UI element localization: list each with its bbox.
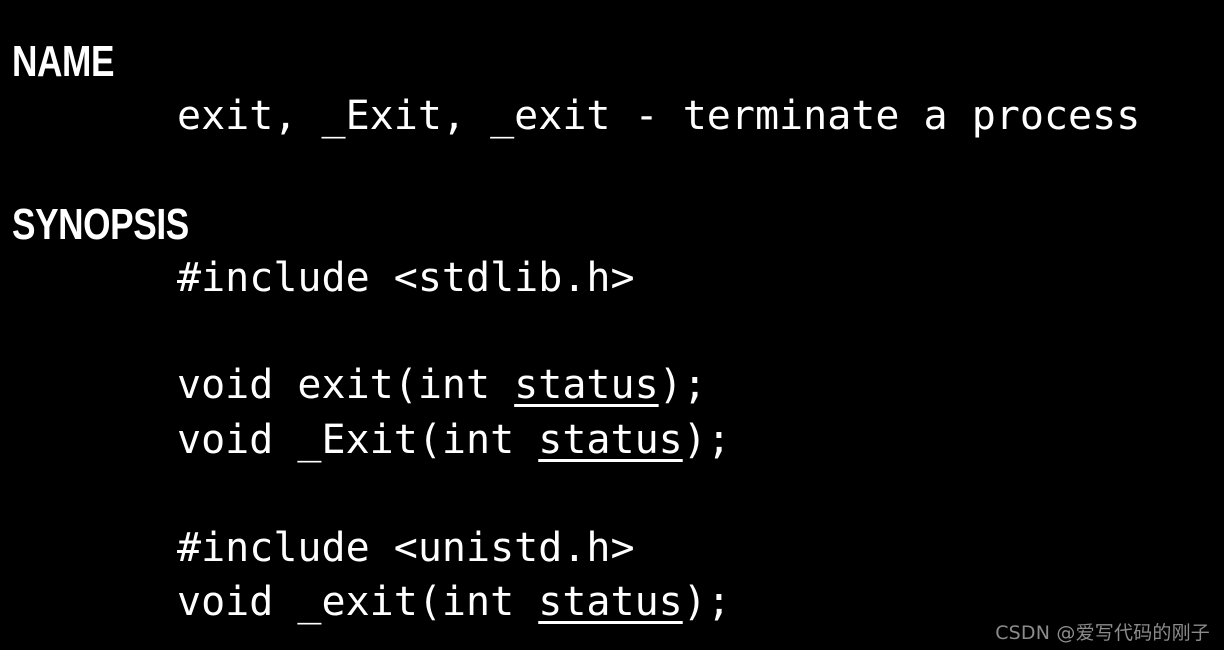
declaration-capital-exit-suffix: ); bbox=[682, 417, 731, 463]
csdn-watermark: CSDN @爱写代码的刚子 bbox=[995, 622, 1210, 644]
declaration-exit-param: status bbox=[514, 362, 659, 408]
declaration-exit: void exit(int status); bbox=[177, 365, 707, 405]
section-heading-name: NAME bbox=[12, 37, 115, 86]
declaration-capital-exit-prefix: void _Exit(int bbox=[177, 417, 539, 463]
include-stdlib-line: #include <stdlib.h> bbox=[177, 255, 635, 301]
declaration-underscore-exit: void _exit(int status); bbox=[177, 582, 731, 622]
declaration-capital-exit-param: status bbox=[538, 417, 683, 463]
manpage-content: NAME exit, _Exit, _exit - terminate a pr… bbox=[0, 0, 1224, 650]
declaration-underscore-exit-param: status bbox=[538, 579, 683, 625]
declaration-exit-prefix: void exit(int bbox=[177, 362, 515, 408]
include-unistd-line: #include <unistd.h> bbox=[177, 525, 635, 571]
section-heading-synopsis: SYNOPSIS bbox=[12, 200, 189, 249]
declaration-exit-suffix: ); bbox=[658, 362, 707, 408]
name-description-line: exit, _Exit, _exit - terminate a process bbox=[177, 93, 1141, 139]
declaration-underscore-exit-prefix: void _exit(int bbox=[177, 579, 539, 625]
declaration-capital-exit: void _Exit(int status); bbox=[177, 420, 731, 460]
manpage-screenshot: NAME exit, _Exit, _exit - terminate a pr… bbox=[0, 0, 1224, 650]
declaration-underscore-exit-suffix: ); bbox=[682, 579, 731, 625]
